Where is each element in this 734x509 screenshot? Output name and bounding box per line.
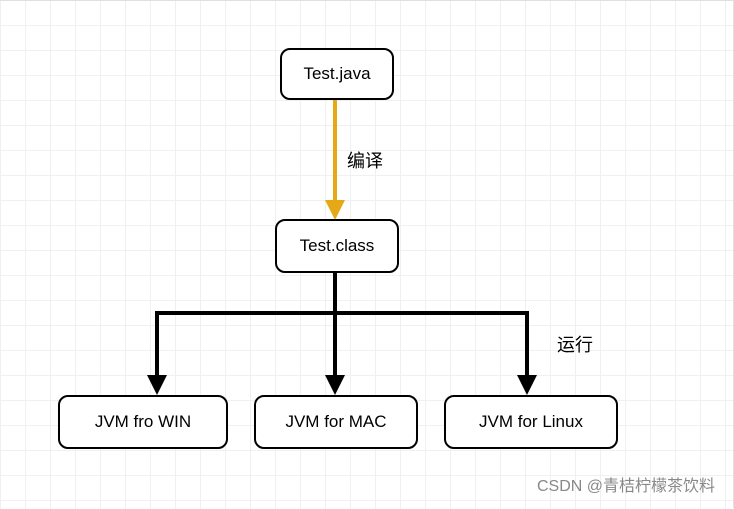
node-compiled-label: Test.class bbox=[300, 236, 375, 256]
run-label: 运行 bbox=[557, 331, 593, 357]
node-jvm-win-label: JVM fro WIN bbox=[95, 412, 191, 432]
node-source: Test.java bbox=[280, 48, 394, 100]
node-jvm-win: JVM fro WIN bbox=[58, 395, 228, 449]
watermark: CSDN @青桔柠檬茶饮料 bbox=[537, 472, 715, 496]
node-jvm-mac: JVM for MAC bbox=[254, 395, 418, 449]
node-compiled: Test.class bbox=[275, 219, 399, 273]
node-jvm-mac-label: JVM for MAC bbox=[285, 412, 386, 432]
node-jvm-linux: JVM for Linux bbox=[444, 395, 618, 449]
node-jvm-linux-label: JVM for Linux bbox=[479, 412, 583, 432]
compile-label: 编译 bbox=[347, 147, 383, 173]
node-source-label: Test.java bbox=[303, 64, 370, 84]
